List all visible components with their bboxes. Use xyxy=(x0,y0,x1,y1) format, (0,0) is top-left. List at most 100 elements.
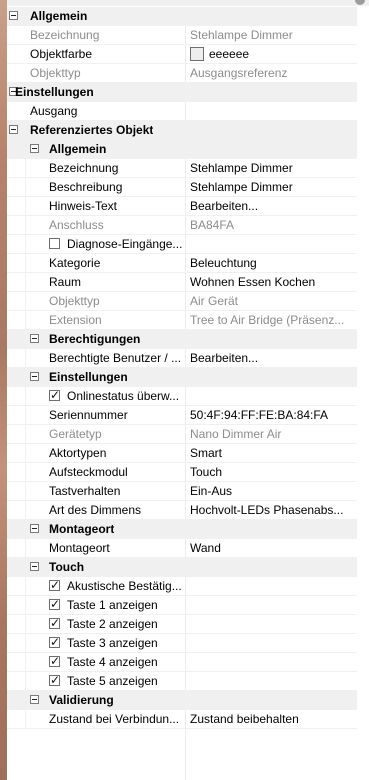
property-value[interactable]: Hochvolt-LEDs Phasenabs... xyxy=(190,501,350,520)
property-name: Extension xyxy=(49,313,102,327)
subcategory-validierung[interactable]: Validierung xyxy=(7,691,357,710)
property-row-beschreibung[interactable]: Beschreibung Stehlampe Dimmer xyxy=(7,178,357,197)
color-swatch[interactable] xyxy=(190,47,204,61)
property-name: Bezeichnung xyxy=(49,161,119,175)
subcategory-berechtigungen[interactable]: Berechtigungen xyxy=(7,330,357,349)
property-name: Art des Dimmens xyxy=(49,503,142,517)
property-name: Diagnose-Eingänge... xyxy=(67,237,183,251)
category-label: Allgemein xyxy=(49,142,107,156)
edit-link[interactable]: Bearbeiten... xyxy=(190,349,350,368)
checkbox-icon[interactable]: ✓ xyxy=(49,673,60,687)
property-row-diagnose[interactable]: Diagnose-Eingänge... xyxy=(7,235,357,254)
property-row-hinweis-text[interactable]: Hinweis-Text Bearbeiten... xyxy=(7,197,357,216)
property-value[interactable]: eeeeee xyxy=(209,45,369,64)
property-row-taste-1[interactable]: ✓ Taste 1 anzeigen xyxy=(7,596,357,615)
property-row-onlinestatus[interactable]: ✓ Onlinestatus überw... xyxy=(7,387,357,406)
property-value[interactable]: Smart xyxy=(190,444,350,463)
property-value[interactable]: Wand xyxy=(190,539,350,558)
property-name: Berechtigte Benutzer / ... xyxy=(49,351,182,365)
category-einstellungen[interactable]: Einstellungen xyxy=(7,83,357,102)
category-allgemein[interactable]: Allgemein xyxy=(7,7,357,26)
checkbox-icon[interactable]: ✓ xyxy=(49,578,60,592)
checkbox-icon[interactable]: ✓ xyxy=(49,635,61,649)
property-name: Taste 2 anzeigen xyxy=(67,617,158,631)
property-value[interactable]: Beleuchtung xyxy=(190,254,350,273)
property-name: Taste 5 anzeigen xyxy=(67,674,158,688)
collapse-minus-icon[interactable] xyxy=(9,11,18,20)
property-row-aufsteckmodul[interactable]: Aufsteckmodul Touch xyxy=(7,463,357,482)
property-row-art-des-dimmens[interactable]: Art des Dimmens Hochvolt-LEDs Phasenabs.… xyxy=(7,501,357,520)
collapse-minus-icon[interactable] xyxy=(30,524,39,533)
property-value: Stehlampe Dimmer xyxy=(190,28,293,42)
collapse-minus-icon[interactable] xyxy=(30,144,39,153)
property-name: Onlinestatus überw... xyxy=(67,389,180,403)
property-row-akustische-bestaetigung[interactable]: ✓ Akustische Bestätig... xyxy=(7,577,357,596)
edit-link[interactable]: Bearbeiten... xyxy=(190,197,350,216)
property-value[interactable]: 50:4F:94:FF:FE:BA:84:FA xyxy=(190,406,350,425)
subcategory-montageort[interactable]: Montageort xyxy=(7,520,357,539)
property-row-objektfarbe[interactable]: Objektfarbe eeeeee xyxy=(7,45,357,64)
checkbox-icon[interactable]: ✓ xyxy=(49,654,60,668)
collapse-minus-icon[interactable] xyxy=(30,372,39,381)
property-name: Montageort xyxy=(49,541,110,555)
collapse-minus-icon[interactable] xyxy=(9,125,18,134)
property-name: Ausgang xyxy=(30,104,78,118)
category-label: Referenziertes Objekt xyxy=(30,123,154,137)
checkbox-icon[interactable]: ✓ xyxy=(49,597,60,611)
checkmark-icon: ✓ xyxy=(50,616,61,630)
indent-guide xyxy=(25,140,26,729)
property-row-taste-2[interactable]: ✓ Taste 2 anzeigen xyxy=(7,615,357,634)
property-name: Objektfarbe xyxy=(30,47,93,61)
property-row-objekttyp[interactable]: Objekttyp Ausgangsreferenz xyxy=(7,64,357,83)
property-value[interactable]: Stehlampe Dimmer xyxy=(190,178,350,197)
property-row-bezeichnung[interactable]: Bezeichnung Stehlampe Dimmer xyxy=(7,26,357,45)
property-row-geraetetyp[interactable]: Gerätetyp Nano Dimmer Air xyxy=(7,425,357,444)
property-name: Anschluss xyxy=(49,218,104,232)
category-referenziertes-objekt[interactable]: Referenziertes Objekt xyxy=(7,121,357,140)
property-row-taste-5[interactable]: ✓ Taste 5 anzeigen xyxy=(7,672,357,691)
category-label: Allgemein xyxy=(30,9,88,23)
subcategory-allgemein[interactable]: Allgemein xyxy=(7,140,357,159)
collapse-minus-icon[interactable] xyxy=(30,695,39,704)
property-value[interactable] xyxy=(190,102,350,121)
subcategory-touch[interactable]: Touch xyxy=(7,558,357,577)
property-row-aktortypen[interactable]: Aktortypen Smart xyxy=(7,444,357,463)
property-name: Zustand bei Verbindun... xyxy=(49,712,180,726)
property-value: BA84FA xyxy=(190,218,235,232)
property-value: Tree to Air Bridge (Präsenz... xyxy=(190,313,345,327)
property-row-taste-3[interactable]: ✓ Taste 3 anzeigen xyxy=(7,634,357,653)
property-name: Gerätetyp xyxy=(49,427,102,441)
collapse-minus-icon[interactable] xyxy=(30,562,39,571)
property-name: Raum xyxy=(49,275,82,289)
property-row-anschluss[interactable]: Anschluss BA84FA xyxy=(7,216,357,235)
property-value[interactable]: Ein-Aus xyxy=(190,482,350,501)
checkbox-icon[interactable]: ✓ xyxy=(49,388,60,402)
property-row-kategorie[interactable]: Kategorie Beleuchtung xyxy=(7,254,357,273)
checkmark-icon: ✓ xyxy=(50,635,61,649)
category-label: Berechtigungen xyxy=(49,332,141,346)
property-name: Seriennummer xyxy=(49,408,128,422)
checkbox-icon[interactable]: ✓ xyxy=(49,616,61,630)
property-name: Aktortypen xyxy=(49,446,107,460)
subcategory-einstellungen[interactable]: Einstellungen xyxy=(7,368,357,387)
property-row-zustand[interactable]: Zustand bei Verbindun... Zustand beibeha… xyxy=(7,710,357,729)
property-name: Tastverhalten xyxy=(49,484,121,498)
checkbox-icon[interactable] xyxy=(49,238,60,249)
property-row-tastverhalten[interactable]: Tastverhalten Ein-Aus xyxy=(7,482,357,501)
property-row-extension[interactable]: Extension Tree to Air Bridge (Präsenz... xyxy=(7,311,357,330)
property-row-seriennummer[interactable]: Seriennummer 50:4F:94:FF:FE:BA:84:FA xyxy=(7,406,357,425)
top-edge xyxy=(7,0,369,6)
property-value[interactable]: Stehlampe Dimmer xyxy=(190,159,350,178)
property-row-berechtigte-benutzer[interactable]: Berechtigte Benutzer / ... Bearbeiten... xyxy=(7,349,357,368)
property-row-ref-bezeichnung[interactable]: Bezeichnung Stehlampe Dimmer xyxy=(7,159,357,178)
property-row-taste-4[interactable]: ✓ Taste 4 anzeigen xyxy=(7,653,357,672)
property-row-raum[interactable]: Raum Wohnen Essen Kochen xyxy=(7,273,357,292)
property-value[interactable]: Wohnen Essen Kochen xyxy=(190,273,350,292)
property-row-ref-objekttyp[interactable]: Objekttyp Air Gerät xyxy=(7,292,357,311)
property-grid: Allgemein Bezeichnung Stehlampe Dimmer O… xyxy=(7,7,357,780)
property-value[interactable]: Zustand beibehalten xyxy=(190,710,350,729)
property-row-montageort[interactable]: Montageort Wand xyxy=(7,539,357,558)
property-row-ausgang[interactable]: Ausgang xyxy=(7,102,357,121)
property-value[interactable]: Touch xyxy=(190,463,350,482)
collapse-minus-icon[interactable] xyxy=(30,334,39,343)
